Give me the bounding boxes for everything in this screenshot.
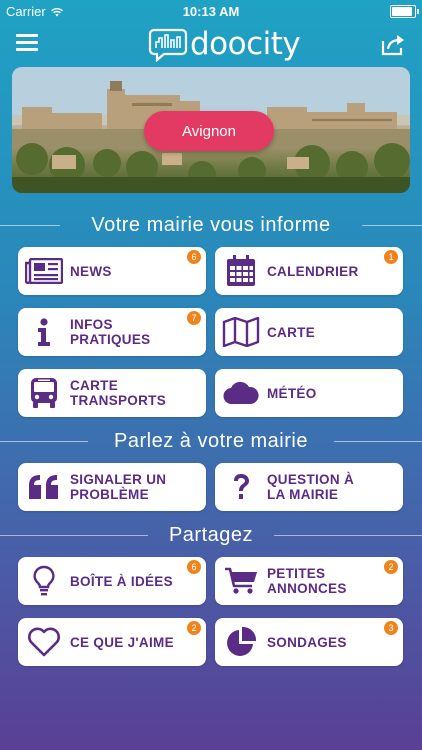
tile-label-line1: CARTE: [70, 378, 118, 393]
petites-annonces-tile[interactable]: PETITES ANNONCES 2: [215, 557, 403, 605]
map-icon: [222, 317, 260, 347]
tile-label: CALENDRIER: [267, 263, 359, 279]
section-header-partagez: Partagez: [0, 522, 422, 548]
notification-badge: 3: [384, 621, 398, 635]
newspaper-icon: [25, 258, 63, 284]
bus-icon: [31, 378, 57, 408]
tile-label: QUESTION À LA MAIRIE: [267, 472, 354, 502]
notification-badge: 6: [187, 560, 201, 574]
quote-icon: [29, 475, 58, 499]
section-title: Partagez: [168, 523, 254, 546]
calendar-icon: [227, 255, 255, 286]
tile-label: PETITES ANNONCES: [267, 566, 347, 596]
notification-badge: 6: [187, 250, 201, 264]
tile-label-line2: LA MAIRIE: [267, 487, 339, 502]
share-icon: [381, 35, 404, 56]
tile-label-line2: TRANSPORTS: [70, 393, 167, 408]
shopping-cart-icon: [225, 567, 257, 594]
news-tile[interactable]: NEWS 6: [18, 247, 206, 295]
carte-transports-tile[interactable]: CARTE TRANSPORTS: [18, 369, 206, 417]
tile-label: BOÎTE À IDÉES: [70, 573, 173, 589]
info-icon: [38, 318, 50, 346]
ce-que-j-aime-tile[interactable]: CE QUE J'AIME 2: [18, 618, 206, 666]
tile-label: SIGNALER UN PROBLÈME: [70, 472, 166, 502]
tile-label-line1: QUESTION À: [267, 472, 355, 487]
tile-label-line2: PRATIQUES: [70, 332, 151, 347]
tile-label: CE QUE J'AIME: [70, 634, 174, 650]
section-title: Parlez à votre mairie: [114, 429, 308, 452]
tile-label-line1: SIGNALER UN: [70, 472, 167, 487]
lightbulb-icon: [33, 565, 55, 596]
logo-text: doocity: [190, 26, 301, 62]
heart-icon: [28, 627, 60, 657]
pie-chart-icon: [227, 626, 257, 656]
question-mark-icon: [234, 474, 249, 499]
battery-icon: [390, 5, 419, 18]
meteo-tile[interactable]: MÉTÉO: [215, 369, 403, 417]
app-logo: doocity: [148, 24, 301, 64]
section-header-informe: Votre mairie vous informe: [0, 212, 422, 238]
notification-badge: 2: [187, 621, 201, 635]
tile-label-line1: PETITES: [267, 566, 326, 581]
boite-a-idees-tile[interactable]: BOÎTE À IDÉES 6: [18, 557, 206, 605]
notification-badge: 7: [187, 311, 201, 325]
nav-bar: doocity: [0, 22, 422, 66]
notification-badge: 1: [384, 250, 398, 264]
sondages-tile[interactable]: SONDAGES 3: [215, 618, 403, 666]
share-button[interactable]: [380, 32, 406, 56]
tile-label-line2: PROBLÈME: [70, 487, 149, 502]
city-selector-button[interactable]: Avignon: [144, 111, 274, 151]
tile-label: MÉTÉO: [267, 385, 317, 401]
tile-label: INFOS PRATIQUES: [70, 317, 150, 347]
question-mairie-tile[interactable]: QUESTION À LA MAIRIE: [215, 463, 403, 511]
clock: 10:13 AM: [182, 4, 240, 19]
calendrier-tile[interactable]: CALENDRIER 1: [215, 247, 403, 295]
tile-label-line1: INFOS: [70, 317, 113, 332]
menu-button[interactable]: [16, 34, 38, 52]
cloud-icon: [223, 381, 259, 405]
chat-bubble-logo-icon: [148, 28, 188, 62]
tile-label: SONDAGES: [267, 634, 347, 650]
signaler-probleme-tile[interactable]: SIGNALER UN PROBLÈME: [18, 463, 206, 511]
tile-label: CARTE: [267, 324, 315, 340]
section-header-parlez: Parlez à votre mairie: [0, 428, 422, 454]
notification-badge: 2: [384, 560, 398, 574]
tile-label: NEWS: [70, 263, 112, 279]
status-bar: Carrier 10:13 AM: [0, 0, 422, 22]
infos-pratiques-tile[interactable]: INFOS PRATIQUES 7: [18, 308, 206, 356]
carte-tile[interactable]: CARTE: [215, 308, 403, 356]
section-title: Votre mairie vous informe: [91, 213, 331, 236]
tile-label-line2: ANNONCES: [267, 581, 347, 596]
tile-label: CARTE TRANSPORTS: [70, 378, 166, 408]
